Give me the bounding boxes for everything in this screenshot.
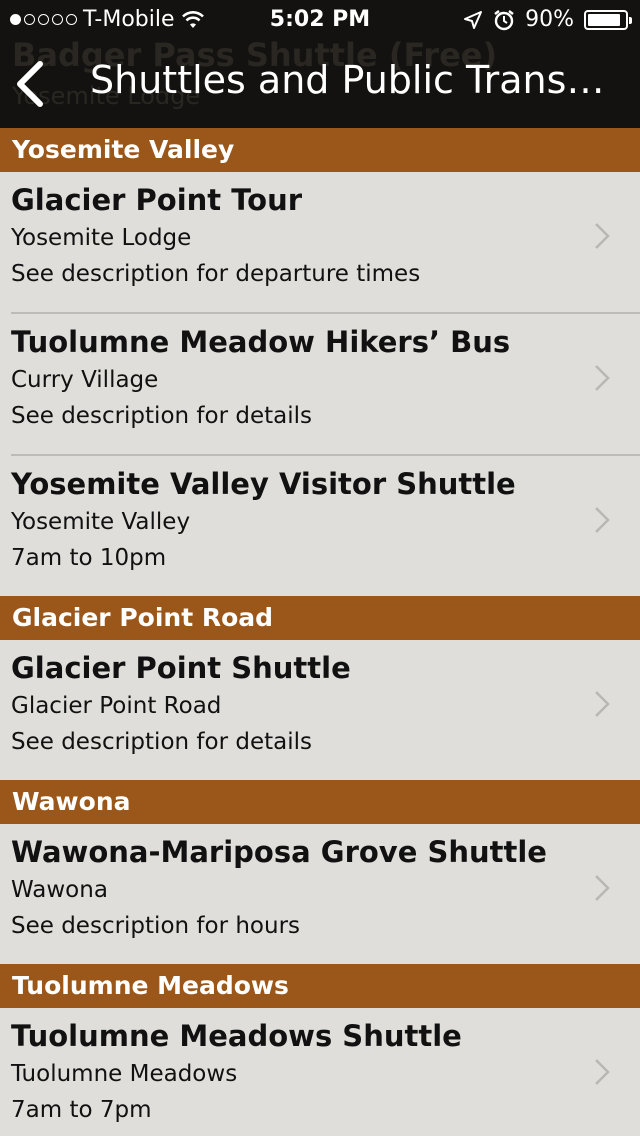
shuttle-detail: See description for details	[11, 403, 312, 429]
shuttle-location: Yosemite Valley	[11, 509, 191, 535]
back-button[interactable]	[10, 60, 54, 108]
shuttle-row[interactable]: Yosemite Valley Visitor Shuttle Yosemite …	[0, 456, 640, 596]
chevron-right-icon	[595, 691, 610, 717]
shuttle-row[interactable]: Glacier Point Shuttle Glacier Point Road S…	[0, 640, 640, 780]
shuttle-title: Glacier Point Tour	[11, 183, 303, 217]
shuttle-location: Curry Village	[11, 367, 159, 393]
shuttle-row[interactable]: Tuolumne Meadows Shuttle Tuolumne Meadows…	[0, 1008, 640, 1136]
battery-icon	[584, 9, 632, 30]
shuttle-detail: 7am to 7pm	[11, 1097, 152, 1123]
battery-percentage: 90%	[525, 7, 574, 32]
shuttle-row[interactable]: Glacier Point Tour Yosemite Lodge See desc…	[0, 172, 640, 312]
shuttle-detail: See description for hours	[11, 913, 301, 939]
status-right: 90%	[463, 7, 632, 32]
shuttle-location: Wawona	[11, 877, 108, 903]
shuttle-detail: See description for details	[11, 729, 312, 755]
page-title: Shuttles and Public Transportation	[90, 58, 625, 102]
chevron-right-icon	[595, 223, 610, 249]
section-header: Yosemite Valley	[0, 128, 640, 172]
shuttle-title: Wawona-Mariposa Grove Shuttle	[11, 835, 547, 869]
chevron-right-icon	[595, 1059, 610, 1085]
alarm-icon	[494, 9, 514, 30]
shuttle-location: Tuolumne Meadows	[11, 1061, 238, 1087]
top-bar: Badger Pass Shuttle (Free) Yosemite Lodg…	[0, 0, 640, 128]
shuttle-row[interactable]: Wawona-Mariposa Grove Shuttle Wawona See d…	[0, 824, 640, 964]
chevron-right-icon	[595, 875, 610, 901]
shuttle-detail: 7am to 10pm	[11, 545, 167, 571]
shuttle-detail: See description for departure times	[11, 261, 421, 287]
shuttle-location: Yosemite Lodge	[11, 225, 192, 251]
status-bar: T-Mobile 5:02 PM 90%	[0, 0, 640, 40]
shuttle-title: Glacier Point Shuttle	[11, 651, 351, 685]
chevron-right-icon	[595, 365, 610, 391]
shuttle-location: Glacier Point Road	[11, 693, 222, 719]
section-header: Tuolumne Meadows	[0, 964, 640, 1008]
navigation-bar: Shuttles and Public Transportation	[0, 40, 640, 128]
section-header: Glacier Point Road	[0, 596, 640, 640]
shuttle-list[interactable]: Yosemite Valley Glacier Point Tour Yosemit…	[0, 128, 640, 1136]
shuttle-title: Tuolumne Meadows Shuttle	[11, 1019, 462, 1053]
shuttle-title: Tuolumne Meadow Hikers’ Bus	[11, 325, 511, 359]
location-arrow-icon	[464, 10, 483, 29]
shuttle-row[interactable]: Tuolumne Meadow Hikers’ Bus Curry Village…	[0, 314, 640, 454]
chevron-left-icon	[17, 61, 43, 107]
chevron-right-icon	[595, 507, 610, 533]
section-header: Wawona	[0, 780, 640, 824]
shuttle-title: Yosemite Valley Visitor Shuttle	[11, 467, 516, 501]
